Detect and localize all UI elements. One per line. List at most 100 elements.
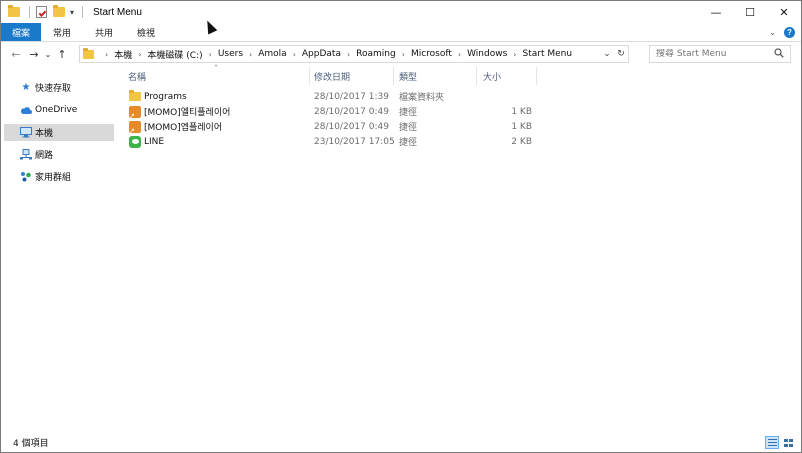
table-row[interactable]: [MOMO]엘티플레이어 28/10/2017 0:49 捷徑 1 KB [121, 104, 541, 120]
expand-ribbon-button[interactable]: ⌄ [769, 28, 776, 37]
large-icons-view-icon[interactable] [781, 436, 795, 449]
breadcrumb-roaming[interactable]: Roaming [356, 49, 396, 59]
chevron-right-icon[interactable]: › [105, 50, 108, 59]
table-row[interactable]: Programs 28/10/2017 1:39 檔案資料夾 [121, 89, 541, 104]
back-button[interactable]: ← [7, 44, 25, 64]
address-bar-actions: ⌄ ↻ [600, 46, 628, 62]
item-count: 4 個項目 [13, 439, 49, 449]
shortcut-icon [129, 120, 141, 135]
search-box[interactable] [649, 45, 791, 63]
breadcrumb-start-menu[interactable]: Start Menu [523, 49, 573, 59]
breadcrumb-local-disk[interactable]: 本機磁碟 (C:) [147, 48, 202, 61]
breadcrumb-appdata[interactable]: AppData [302, 49, 341, 59]
file-name-cell: [MOMO]엘티플레이어 [129, 104, 231, 120]
file-name: [MOMO]엡플레이어 [144, 123, 223, 133]
minimize-button[interactable]: — [699, 1, 733, 23]
shortcut-icon [129, 105, 141, 120]
file-list: ˄ 名稱 修改日期 類型 大小 Programs 28/10/2017 1:39… [121, 64, 799, 433]
file-date: 28/10/2017 0:49 [314, 121, 389, 132]
address-bar[interactable]: › 本機 › 本機磁碟 (C:) › Users › Amola › AppDa… [79, 45, 629, 63]
file-name: LINE [144, 136, 165, 147]
nav-item-label: 家用群組 [35, 173, 72, 183]
chevron-right-icon[interactable]: › [513, 50, 516, 59]
table-row[interactable]: LINE 23/10/2017 17:05 捷徑 2 KB [121, 134, 541, 149]
folder-icon [7, 5, 21, 19]
file-name-cell: Programs [129, 89, 187, 104]
quick-access-toolbar: ▾ [1, 1, 87, 23]
column-header-name[interactable]: 名稱 [121, 67, 309, 85]
help-icon[interactable]: ? [784, 27, 795, 38]
breadcrumb-windows[interactable]: Windows [467, 49, 507, 59]
column-divider[interactable] [536, 67, 537, 85]
search-icon[interactable] [774, 47, 784, 61]
column-header-type[interactable]: 類型 [392, 67, 476, 85]
breadcrumb-microsoft[interactable]: Microsoft [411, 49, 452, 59]
divider [82, 6, 84, 18]
nav-quick-access[interactable]: ★ 快速存取 [4, 79, 114, 96]
maximize-button[interactable]: ☐ [733, 1, 767, 23]
customize-quick-access-button[interactable]: ▾ [70, 8, 74, 17]
search-input[interactable] [650, 49, 772, 59]
window-controls: — ☐ ✕ [699, 1, 801, 23]
forward-button[interactable]: → [25, 44, 43, 64]
tab-share[interactable]: 共用 [83, 23, 125, 41]
chevron-right-icon[interactable]: › [458, 50, 461, 59]
network-icon [20, 149, 32, 161]
chevron-right-icon[interactable]: › [402, 50, 405, 59]
column-header-date[interactable]: 修改日期 [307, 67, 393, 85]
breadcrumb-this-pc[interactable]: 本機 [114, 48, 132, 61]
computer-icon [20, 127, 32, 139]
navigation-pane: ★ 快速存取 OneDrive 本機 網路 家用群組 [1, 67, 115, 433]
file-type: 捷徑 [399, 138, 418, 148]
file-size [481, 89, 532, 104]
refresh-button[interactable]: ↻ [614, 49, 628, 59]
file-date: 28/10/2017 0:49 [314, 106, 389, 117]
homegroup-icon [20, 171, 32, 183]
file-type: 捷徑 [399, 108, 418, 118]
column-header-size[interactable]: 大小 [476, 67, 536, 85]
chevron-right-icon[interactable]: › [138, 50, 141, 59]
tab-file[interactable]: 檔案 [1, 23, 42, 41]
file-name: [MOMO]엘티플레이어 [144, 108, 231, 118]
explorer-window: ▾ Start Menu — ☐ ✕ 檔案 常用 共用 檢視 ⌄ ? ← → ⌄… [0, 0, 802, 453]
tab-view[interactable]: 檢視 [125, 23, 167, 41]
file-name-cell: LINE [129, 134, 164, 149]
nav-homegroup[interactable]: 家用群組 [4, 168, 114, 185]
close-button[interactable]: ✕ [767, 1, 801, 23]
file-date: 23/10/2017 17:05 [314, 136, 395, 147]
nav-item-label: OneDrive [35, 104, 78, 115]
ribbon-right-controls: ⌄ ? [769, 23, 795, 42]
chevron-right-icon[interactable]: › [293, 50, 296, 59]
properties-icon[interactable] [34, 5, 48, 19]
file-size: 1 KB [511, 106, 532, 117]
file-type: 捷徑 [399, 123, 418, 133]
file-name: Programs [144, 91, 187, 102]
chevron-right-icon[interactable]: › [347, 50, 350, 59]
up-button[interactable]: ↑ [53, 44, 71, 64]
breadcrumb-users[interactable]: Users [218, 49, 243, 59]
status-bar: 4 個項目 [1, 433, 801, 452]
title-bar: ▾ Start Menu — ☐ ✕ [1, 1, 801, 23]
nav-item-label: 本機 [35, 129, 54, 139]
file-size: 2 KB [511, 136, 532, 147]
window-title: Start Menu [93, 6, 142, 18]
recent-locations-button[interactable]: ⌄ [43, 44, 53, 64]
tab-home[interactable]: 常用 [41, 23, 83, 41]
address-history-button[interactable]: ⌄ [600, 49, 614, 59]
file-date: 28/10/2017 1:39 [314, 91, 389, 102]
cloud-icon [20, 104, 32, 116]
breadcrumb-amola[interactable]: Amola [258, 49, 286, 59]
star-icon: ★ [21, 82, 31, 93]
chevron-right-icon[interactable]: › [209, 50, 212, 59]
file-name-cell: [MOMO]엡플레이어 [129, 119, 223, 135]
folder-icon [83, 47, 99, 59]
file-type: 檔案資料夾 [399, 93, 445, 103]
new-folder-icon[interactable] [52, 5, 66, 19]
folder-icon [129, 90, 141, 103]
nav-onedrive[interactable]: OneDrive [4, 101, 114, 118]
chevron-right-icon[interactable]: › [249, 50, 252, 59]
nav-this-pc[interactable]: 本機 [4, 124, 114, 141]
table-row[interactable]: [MOMO]엡플레이어 28/10/2017 0:49 捷徑 1 KB [121, 119, 541, 135]
details-view-icon[interactable] [765, 436, 779, 449]
nav-network[interactable]: 網路 [4, 146, 114, 163]
